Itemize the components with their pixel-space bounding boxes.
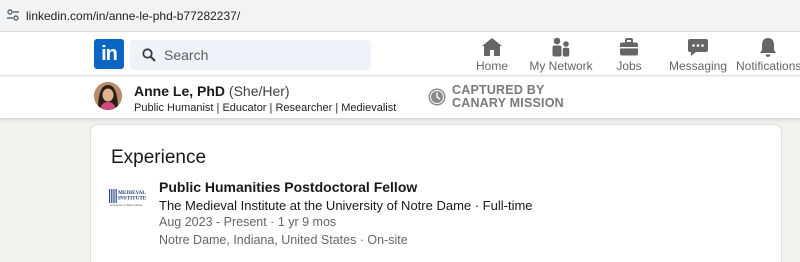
search-input[interactable]: Search [164, 47, 208, 63]
profile-pronouns: (She/Her) [228, 83, 290, 99]
profile-headline: Public Humanist | Educator | Researcher … [134, 102, 397, 114]
experience-card: Experience MEDIEVAL INSTITUTE University… [90, 124, 782, 262]
browser-url-bar[interactable]: linkedin.com/in/anne-le-phd-b77282237/ [0, 0, 800, 32]
avatar-photo [94, 82, 122, 110]
search-icon [142, 48, 156, 62]
briefcase-icon [620, 38, 638, 56]
search-bar[interactable]: Search [130, 40, 371, 70]
message-icon [688, 39, 708, 56]
clock-stamp-icon [428, 88, 446, 106]
nav-messaging[interactable]: Messaging [669, 36, 727, 76]
home-icon [482, 38, 502, 56]
experience-location: Notre Dame, Indiana, United States · On-… [159, 233, 408, 247]
site-info-icon[interactable] [6, 8, 20, 22]
profile-name: Anne Le, PhD (She/Her) [134, 83, 290, 99]
nav-my-network-label: My Network [529, 59, 593, 73]
linkedin-logo[interactable]: in [94, 39, 124, 69]
experience-dates: Aug 2023 - Present · 1 yr 9 mos [159, 215, 337, 229]
logo-line-3: University of Notre Dame [110, 203, 143, 207]
medieval-institute-logo[interactable]: MEDIEVAL INSTITUTE University of Notre D… [109, 187, 155, 211]
network-icon [552, 37, 570, 57]
nav-jobs-label: Jobs [616, 59, 642, 73]
badge-line-2: CANARY MISSION [452, 96, 564, 110]
logo-line-2: INSTITUTE [118, 196, 147, 202]
profile-name-text: Anne Le, PhD [134, 83, 226, 99]
nav-notifications[interactable]: Notifications [736, 36, 800, 76]
nav-my-network[interactable]: My Network [528, 36, 594, 76]
avatar[interactable] [94, 82, 122, 110]
bell-icon [760, 38, 776, 57]
nav-notifications-label: Notifications [736, 59, 800, 73]
nav-home-label: Home [475, 59, 508, 73]
nav-home[interactable]: Home [471, 36, 513, 76]
top-navigation: in Search Home My Network Jobs Messaging… [0, 32, 800, 76]
nav-jobs[interactable]: Jobs [613, 36, 645, 76]
experience-company: The Medieval Institute at the University… [159, 198, 533, 213]
profile-sticky-header: Anne Le, PhD (She/Her) Public Humanist |… [0, 77, 800, 119]
url-text[interactable]: linkedin.com/in/anne-le-phd-b77282237/ [26, 9, 240, 23]
section-title: Experience [111, 147, 207, 168]
nav-messaging-label: Messaging [669, 59, 728, 73]
canary-mission-text: CAPTURED BY CANARY MISSION [452, 84, 564, 110]
experience-title[interactable]: Public Humanities Postdoctoral Fellow [159, 179, 417, 195]
